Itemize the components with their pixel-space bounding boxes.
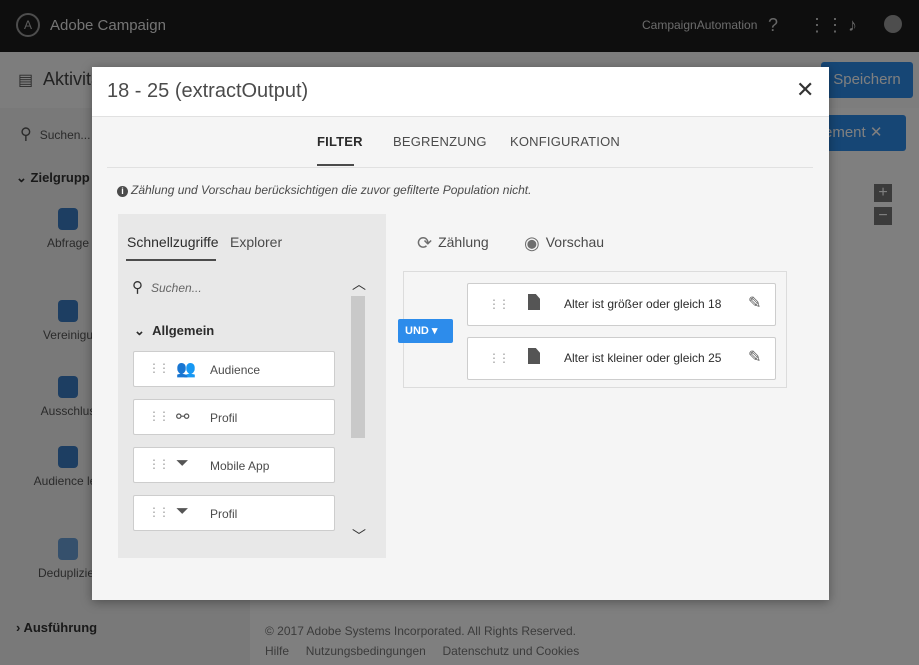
- dialog-header: 18 - 25 (extractOutput) ✕: [92, 67, 829, 117]
- drag-handle-icon[interactable]: ⋮⋮: [148, 457, 170, 471]
- scroll-down-icon[interactable]: ﹀: [352, 526, 366, 546]
- tab-explorer[interactable]: Explorer: [230, 234, 282, 250]
- audience-icon: 👥: [176, 361, 196, 378]
- condition-label: Alter ist größer oder gleich 18: [564, 297, 722, 311]
- count-button[interactable]: ⟳ Zählung: [417, 233, 489, 254]
- funnel-icon: ⏷: [176, 503, 189, 520]
- tab-filter[interactable]: FILTER: [317, 134, 363, 149]
- eye-icon: ◉: [524, 233, 540, 253]
- tab-quick-access[interactable]: Schnellzugriffe: [127, 234, 219, 250]
- edit-icon[interactable]: ✎: [748, 347, 761, 367]
- refresh-icon: ⟳: [417, 233, 433, 253]
- palette-item-mobile-app[interactable]: ⋮⋮ ⏷ Mobile App: [133, 447, 335, 483]
- operator-dropdown[interactable]: UND ▾: [398, 319, 453, 343]
- palette-item-profile-link[interactable]: ⋮⋮ ⚯ Profil: [133, 399, 335, 435]
- tab-limitation[interactable]: BEGRENZUNG: [393, 134, 487, 149]
- palette-item-label: Profil: [210, 507, 238, 521]
- tab-configuration[interactable]: KONFIGURATION: [510, 134, 620, 149]
- document-icon: [528, 294, 540, 310]
- condition-row[interactable]: ⋮⋮ Alter ist größer oder gleich 18 ✎: [467, 283, 776, 326]
- drag-handle-icon[interactable]: ⋮⋮: [148, 505, 170, 519]
- dialog-tabs: FILTER BEGRENZUNG KONFIGURATION: [107, 117, 813, 168]
- funnel-icon: ⏷: [176, 455, 189, 472]
- palette-item-audience[interactable]: ⋮⋮ 👥 Audience: [133, 351, 335, 387]
- palette-item-profile-filter[interactable]: ⋮⋮ ⏷ Profil: [133, 495, 335, 531]
- condition-row[interactable]: ⋮⋮ Alter ist kleiner oder gleich 25 ✎: [467, 337, 776, 380]
- info-text: Zählung und Vorschau berücksichtigen die…: [131, 183, 532, 197]
- preview-button[interactable]: ◉ Vorschau: [524, 233, 604, 254]
- operator-label: UND: [405, 325, 429, 337]
- active-tab-indicator: [317, 164, 354, 166]
- search-icon: ⚲: [132, 279, 143, 296]
- dialog-body: FILTER BEGRENZUNG KONFIGURATION i Zählung…: [92, 117, 829, 600]
- palette-item-label: Mobile App: [210, 459, 270, 473]
- edit-icon[interactable]: ✎: [748, 293, 761, 313]
- scroll-up-icon[interactable]: ︿: [352, 274, 366, 294]
- palette-scrollbar[interactable]: [351, 296, 365, 438]
- link-icon: ⚯: [176, 409, 190, 426]
- drag-handle-icon[interactable]: ⋮⋮: [488, 297, 510, 311]
- palette-tab-indicator: [126, 259, 216, 261]
- info-icon: i: [117, 186, 128, 197]
- condition-label: Alter ist kleiner oder gleich 25: [564, 351, 722, 365]
- filter-palette: Schnellzugriffe Explorer ⚲ Suchen... ︿ ﹀ …: [118, 214, 386, 558]
- dialog-title: 18 - 25 (extractOutput): [107, 80, 309, 102]
- palette-search-placeholder: Suchen...: [151, 281, 202, 295]
- drag-handle-icon[interactable]: ⋮⋮: [488, 351, 510, 365]
- drag-handle-icon[interactable]: ⋮⋮: [148, 409, 170, 423]
- caret-down-icon: ▾: [431, 325, 438, 337]
- count-label: Zählung: [438, 234, 489, 250]
- drag-handle-icon[interactable]: ⋮⋮: [148, 361, 170, 375]
- palette-item-label: Profil: [210, 411, 238, 425]
- info-message: i Zählung und Vorschau berücksichtigen di…: [117, 183, 531, 197]
- preview-label: Vorschau: [545, 234, 605, 250]
- group-general-label: Allgemein: [152, 323, 215, 338]
- filter-dialog: 18 - 25 (extractOutput) ✕ FILTER BEGRENZ…: [92, 67, 829, 600]
- document-icon: [528, 348, 540, 364]
- palette-search-input[interactable]: ⚲ Suchen...: [132, 278, 202, 296]
- group-general[interactable]: ⌄ Allgemein: [134, 323, 214, 339]
- palette-item-label: Audience: [210, 363, 261, 377]
- close-icon[interactable]: ✕: [796, 77, 814, 103]
